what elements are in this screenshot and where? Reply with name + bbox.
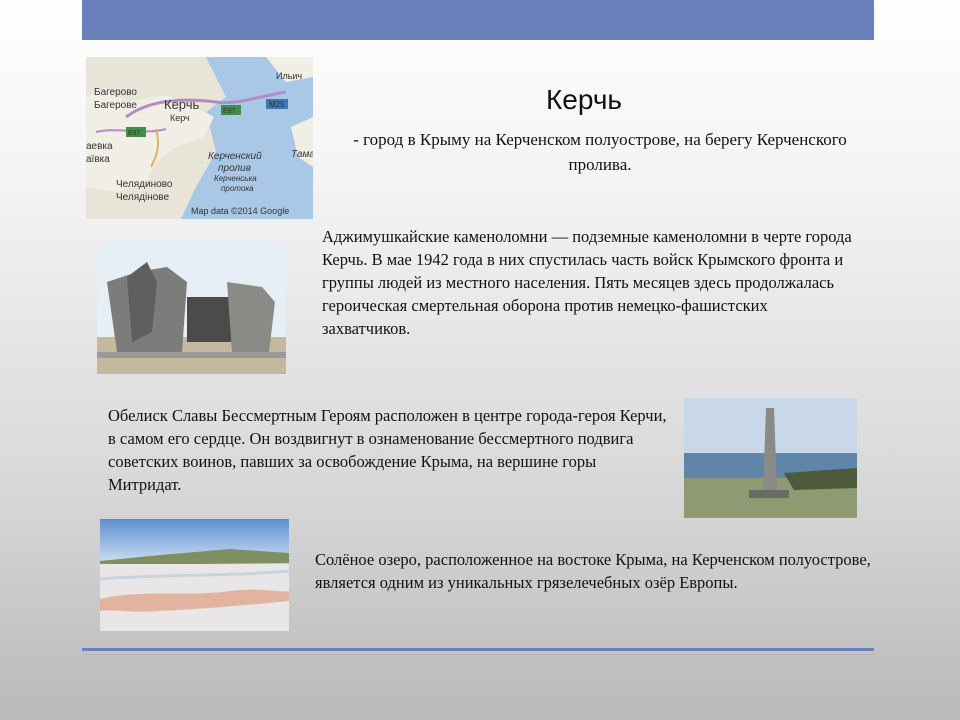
map-label-kerch-ru: Керчь (164, 97, 200, 112)
footer-line (82, 648, 874, 651)
map-label-kerch-ua: Керч (170, 113, 190, 123)
map-label-chelyadinovo-ua: Челядінове (116, 192, 169, 203)
map-credit: Map data ©2014 Google (191, 206, 289, 216)
obelisk-photo (684, 398, 857, 518)
map-label-strait-ua2: протока (221, 184, 254, 193)
map-label-strait-ru2: пролив (218, 163, 251, 174)
kerch-map: Багерово Багерове Керчь Керч Ильич E97 M… (86, 57, 313, 219)
map-label-strait-ua: Керченська (214, 174, 257, 183)
map-label-bagerovo-ru: Багерово (94, 87, 137, 98)
map-label-aevka: аевка (86, 141, 113, 152)
footer-line-thin (82, 654, 874, 655)
map-label-m25: M25 (269, 100, 285, 109)
page-title: Керчь (546, 84, 623, 115)
map-label-taman: Тама (291, 149, 313, 160)
map-label-bagerovo-ua: Багерове (94, 100, 137, 111)
obelisk-text: Обелиск Славы Бессмертным Героям располо… (108, 406, 667, 494)
adzhimushkay-text: Аджимушкайские каменоломни — подземные к… (322, 227, 852, 338)
map-label-chelyadinovo-ru: Челядиново (116, 179, 173, 190)
map-label-aivka: аївка (86, 154, 110, 165)
map-label-ilyich: Ильич (276, 71, 302, 81)
header-bar (82, 0, 874, 40)
adzhimushkay-photo (97, 242, 286, 374)
salt-lake-photo (100, 519, 289, 631)
map-label-e97a: E97 (223, 108, 236, 115)
map-label-strait-ru: Керченский (208, 151, 262, 162)
map-label-e97b: E97 (128, 130, 141, 137)
page-subtitle: - город в Крыму на Керченском полуостров… (353, 130, 847, 174)
salt-lake-text: Солёное озеро, расположенное на востоке … (315, 550, 871, 592)
